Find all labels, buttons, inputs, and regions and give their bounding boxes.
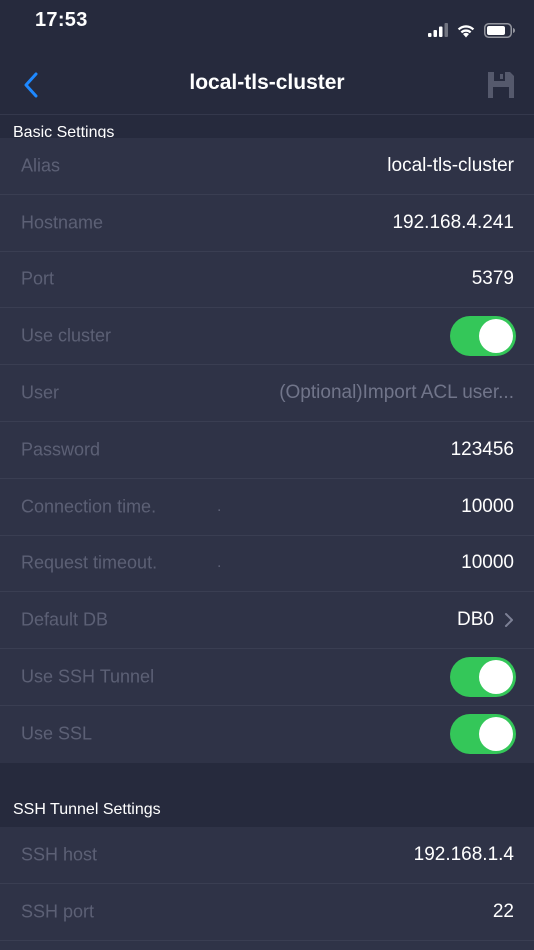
connection-timeout-label: Connection time. [21, 496, 157, 517]
connection-timeout-row[interactable]: Connection time. . 10000 [0, 479, 534, 536]
ssh-host-row[interactable]: SSH host 192.168.1.4 [0, 827, 534, 884]
status-time: 17:53 [35, 9, 88, 31]
use-ssl-label: Use SSL [21, 723, 93, 744]
ssh-host-input[interactable]: 192.168.1.4 [414, 844, 514, 866]
alias-row[interactable]: Alias local-tls-cluster [0, 138, 534, 195]
ssh-port-row[interactable]: SSH port 22 [0, 884, 534, 941]
use-ssh-tunnel-row: Use SSH Tunnel [0, 649, 534, 706]
default-db-label: Default DB [21, 609, 109, 630]
wifi-icon [457, 24, 475, 37]
hostname-row[interactable]: Hostname 192.168.4.241 [0, 195, 534, 252]
user-row[interactable]: User (Optional)Import ACL user... [0, 365, 534, 422]
save-icon [488, 72, 514, 98]
hostname-input[interactable]: 192.168.4.241 [392, 212, 514, 234]
port-label: Port [21, 268, 55, 289]
save-button[interactable] [486, 70, 516, 100]
port-input[interactable]: 5379 [472, 268, 514, 290]
alias-label: Alias [21, 155, 61, 176]
port-row[interactable]: Port 5379 [0, 252, 534, 309]
use-ssl-row: Use SSL [0, 706, 534, 763]
use-ssl-toggle[interactable] [450, 714, 516, 755]
request-timeout-label: Request timeout. [21, 552, 158, 573]
navigation-bar: local-tls-cluster [0, 56, 534, 115]
page-title: local-tls-cluster [189, 71, 345, 94]
connection-timeout-dot: . [217, 497, 222, 515]
user-input[interactable]: (Optional)Import ACL user... [279, 382, 514, 404]
use-cluster-label: Use cluster [21, 325, 112, 346]
use-ssh-tunnel-label: Use SSH Tunnel [21, 666, 155, 687]
chevron-right-icon [505, 613, 513, 628]
signal-icon [428, 23, 448, 37]
default-db-row[interactable]: Default DB DB0 [0, 592, 534, 650]
section-header-ssh: SSH Tunnel Settings [0, 763, 534, 827]
ssh-host-label: SSH host [21, 844, 98, 865]
ssh-port-input[interactable]: 22 [493, 901, 514, 923]
user-label: User [21, 382, 60, 403]
use-ssh-tunnel-toggle[interactable] [450, 657, 516, 698]
toggle-knob [479, 717, 513, 752]
password-input[interactable]: 123456 [451, 439, 514, 461]
toggle-knob [479, 319, 513, 354]
use-cluster-row: Use cluster [0, 308, 534, 366]
request-timeout-row[interactable]: Request timeout. . 10000 [0, 536, 534, 593]
toggle-knob [479, 660, 513, 695]
hostname-label: Hostname [21, 212, 104, 233]
battery-icon [484, 22, 515, 38]
connection-timeout-input[interactable]: 10000 [461, 496, 514, 518]
ssh-settings-group: SSH host 192.168.1.4 SSH port 22 [0, 827, 534, 950]
password-label: Password [21, 439, 101, 460]
status-icons [428, 20, 516, 40]
section-title-ssh: SSH Tunnel Settings [13, 801, 161, 818]
password-row[interactable]: Password 123456 [0, 422, 534, 479]
status-bar: 17:53 [0, 0, 534, 56]
request-timeout-dot: . [217, 554, 222, 572]
default-db-value: DB0 [457, 609, 494, 631]
alias-input[interactable]: local-tls-cluster [387, 155, 514, 177]
request-timeout-input[interactable]: 10000 [461, 552, 514, 574]
basic-settings-group: Alias local-tls-cluster Hostname 192.168… [0, 138, 534, 763]
ssh-port-label: SSH port [21, 901, 95, 922]
use-cluster-toggle[interactable] [450, 316, 516, 357]
default-db-select[interactable]: DB0 [457, 609, 514, 631]
